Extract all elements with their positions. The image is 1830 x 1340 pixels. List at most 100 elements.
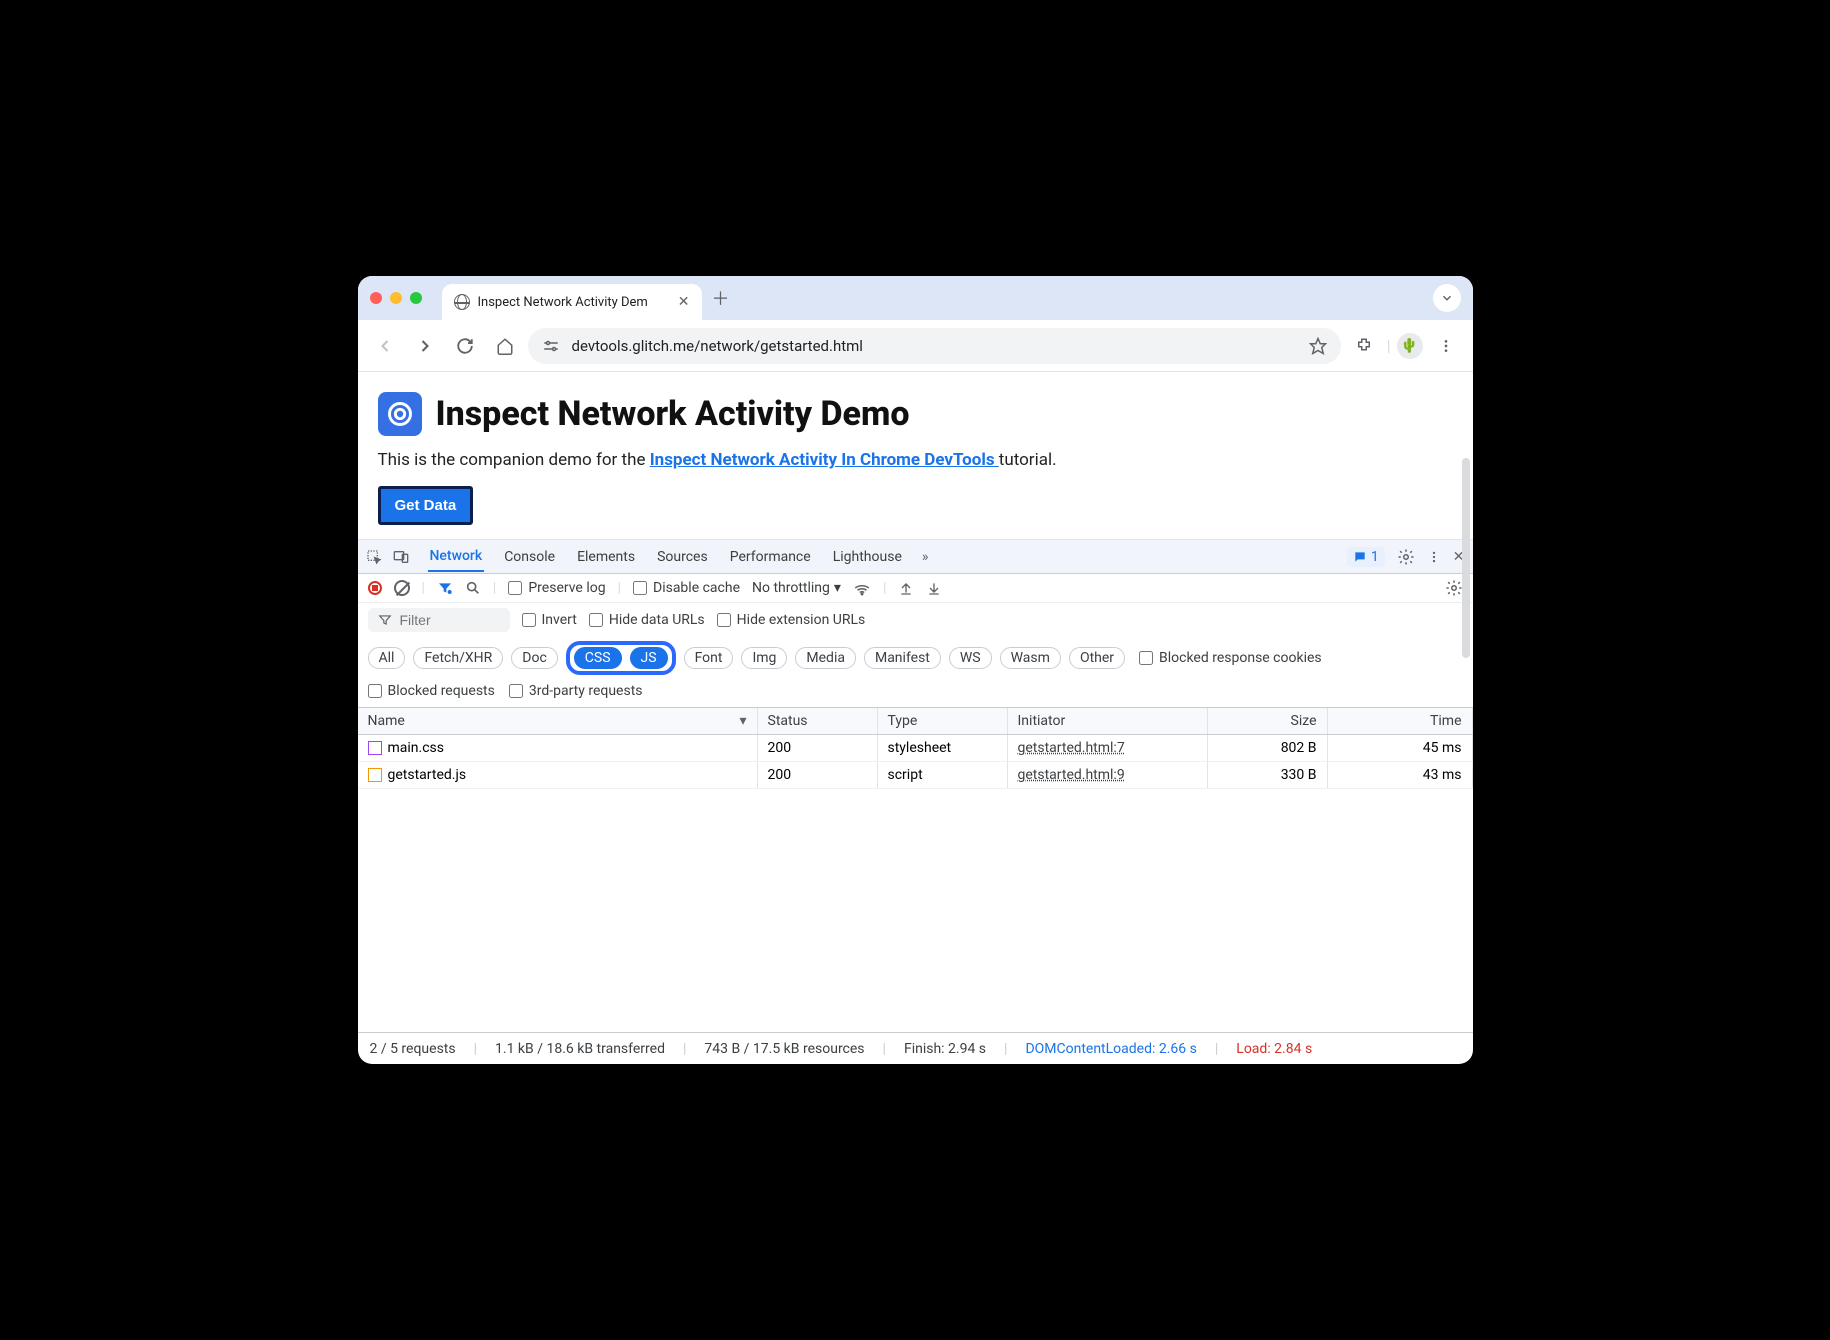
type-filter-subrow: Blocked requests 3rd-party requests [358, 681, 1473, 708]
back-button[interactable] [368, 329, 402, 363]
status-requests: 2 / 5 requests [370, 1041, 456, 1057]
filter-input[interactable] [400, 612, 500, 628]
col-status[interactable]: Status [758, 708, 878, 734]
tabs-dropdown-button[interactable] [1433, 284, 1461, 312]
chip-js[interactable]: JS [630, 647, 668, 669]
issues-count: 1 [1371, 549, 1379, 565]
chrome-logo-icon [378, 392, 422, 436]
chip-all[interactable]: All [368, 647, 406, 669]
chip-ws[interactable]: WS [949, 647, 992, 669]
record-button[interactable] [368, 581, 382, 595]
row-type: stylesheet [878, 735, 1008, 761]
preserve-log-checkbox[interactable]: Preserve log [508, 580, 605, 596]
blocked-response-cookies-checkbox[interactable]: Blocked response cookies [1139, 650, 1322, 666]
tab-sources[interactable]: Sources [655, 543, 710, 571]
requests-table: Name Status Type Initiator Size Time mai… [358, 708, 1473, 1032]
browser-toolbar: devtools.glitch.me/network/getstarted.ht… [358, 320, 1473, 372]
chip-other[interactable]: Other [1069, 647, 1125, 669]
page-content: Inspect Network Activity Demo This is th… [358, 372, 1473, 540]
bookmark-icon[interactable] [1309, 337, 1327, 355]
table-row[interactable]: main.css 200 stylesheet getstarted.html:… [358, 735, 1473, 762]
row-size: 802 B [1208, 735, 1328, 761]
tab-elements[interactable]: Elements [575, 543, 637, 571]
new-tab-button[interactable]: ＋ [712, 285, 730, 311]
profile-avatar[interactable]: 🌵 [1397, 333, 1423, 359]
chip-manifest[interactable]: Manifest [864, 647, 941, 669]
network-toolbar: | | Preserve log | Disable cache No thro… [358, 574, 1473, 603]
issues-button[interactable]: 1 [1347, 547, 1385, 567]
tutorial-link[interactable]: Inspect Network Activity In Chrome DevTo… [650, 450, 999, 470]
more-tabs-icon[interactable]: » [922, 549, 929, 565]
inspect-element-icon[interactable] [366, 549, 382, 565]
type-filter-chips: All Fetch/XHR Doc CSS JS Font Img Media … [358, 637, 1473, 681]
col-name[interactable]: Name [358, 708, 758, 734]
throttling-select[interactable]: No throttling ▾ [752, 580, 841, 596]
chip-wasm[interactable]: Wasm [1000, 647, 1061, 669]
devtools-tabbar: Network Console Elements Sources Perform… [358, 540, 1473, 574]
upload-har-icon[interactable] [898, 580, 914, 596]
chip-doc[interactable]: Doc [511, 647, 558, 669]
network-statusbar: 2 / 5 requests| 1.1 kB / 18.6 kB transfe… [358, 1032, 1473, 1064]
row-type: script [878, 762, 1008, 788]
globe-icon [454, 294, 470, 310]
maximize-window-button[interactable] [410, 292, 422, 304]
disable-cache-checkbox[interactable]: Disable cache [633, 580, 740, 596]
chip-img[interactable]: Img [741, 647, 787, 669]
tab-console[interactable]: Console [502, 543, 557, 571]
row-status: 200 [758, 762, 878, 788]
table-header: Name Status Type Initiator Size Time [358, 708, 1473, 735]
filter-input-wrap[interactable] [368, 608, 510, 632]
status-dcl: DOMContentLoaded: 2.66 s [1025, 1041, 1196, 1057]
close-window-button[interactable] [370, 292, 382, 304]
table-row[interactable]: getstarted.js 200 script getstarted.html… [358, 762, 1473, 789]
address-bar[interactable]: devtools.glitch.me/network/getstarted.ht… [528, 328, 1341, 364]
forward-button[interactable] [408, 329, 442, 363]
download-har-icon[interactable] [926, 580, 942, 596]
tab-performance[interactable]: Performance [728, 543, 813, 571]
extensions-button[interactable] [1347, 329, 1381, 363]
site-info-icon[interactable] [542, 337, 560, 355]
row-size: 330 B [1208, 762, 1328, 788]
home-button[interactable] [488, 329, 522, 363]
status-resources: 743 B / 17.5 kB resources [704, 1041, 864, 1057]
kebab-menu-icon[interactable] [1427, 550, 1441, 564]
row-time: 43 ms [1328, 762, 1473, 788]
reload-button[interactable] [448, 329, 482, 363]
chip-media[interactable]: Media [795, 647, 856, 669]
get-data-button[interactable]: Get Data [378, 486, 474, 525]
close-tab-icon[interactable]: ✕ [678, 294, 690, 310]
invert-checkbox[interactable]: Invert [522, 612, 577, 628]
css-file-icon [368, 741, 382, 755]
status-load: Load: 2.84 s [1236, 1041, 1312, 1057]
device-toggle-icon[interactable] [392, 549, 410, 565]
tab-lighthouse[interactable]: Lighthouse [831, 543, 904, 571]
hide-extension-urls-checkbox[interactable]: Hide extension URLs [717, 612, 866, 628]
blocked-requests-checkbox[interactable]: Blocked requests [368, 683, 495, 699]
traffic-lights [370, 292, 422, 304]
row-name: getstarted.js [388, 767, 467, 783]
network-settings-icon[interactable] [1445, 579, 1463, 597]
search-icon[interactable] [465, 580, 481, 596]
clear-button[interactable] [394, 580, 410, 596]
col-type[interactable]: Type [878, 708, 1008, 734]
third-party-checkbox[interactable]: 3rd-party requests [509, 683, 643, 699]
initiator-link[interactable]: getstarted.html:9 [1018, 767, 1125, 783]
chip-font[interactable]: Font [684, 647, 734, 669]
scrollbar[interactable] [1462, 458, 1470, 658]
chip-css[interactable]: CSS [574, 647, 622, 669]
network-conditions-icon[interactable] [853, 579, 871, 597]
filter-toggle-icon[interactable] [437, 580, 453, 596]
tab-network[interactable]: Network [428, 542, 485, 572]
menu-button[interactable] [1429, 329, 1463, 363]
minimize-window-button[interactable] [390, 292, 402, 304]
chip-fetch-xhr[interactable]: Fetch/XHR [413, 647, 503, 669]
filter-row: Invert Hide data URLs Hide extension URL… [358, 603, 1473, 637]
col-time[interactable]: Time [1328, 708, 1473, 734]
initiator-link[interactable]: getstarted.html:7 [1018, 740, 1125, 756]
desc-suffix: tutorial. [999, 450, 1057, 470]
hide-data-urls-checkbox[interactable]: Hide data URLs [589, 612, 705, 628]
settings-icon[interactable] [1397, 548, 1415, 566]
col-initiator[interactable]: Initiator [1008, 708, 1208, 734]
col-size[interactable]: Size [1208, 708, 1328, 734]
browser-tab[interactable]: Inspect Network Activity Dem ✕ [442, 284, 702, 320]
